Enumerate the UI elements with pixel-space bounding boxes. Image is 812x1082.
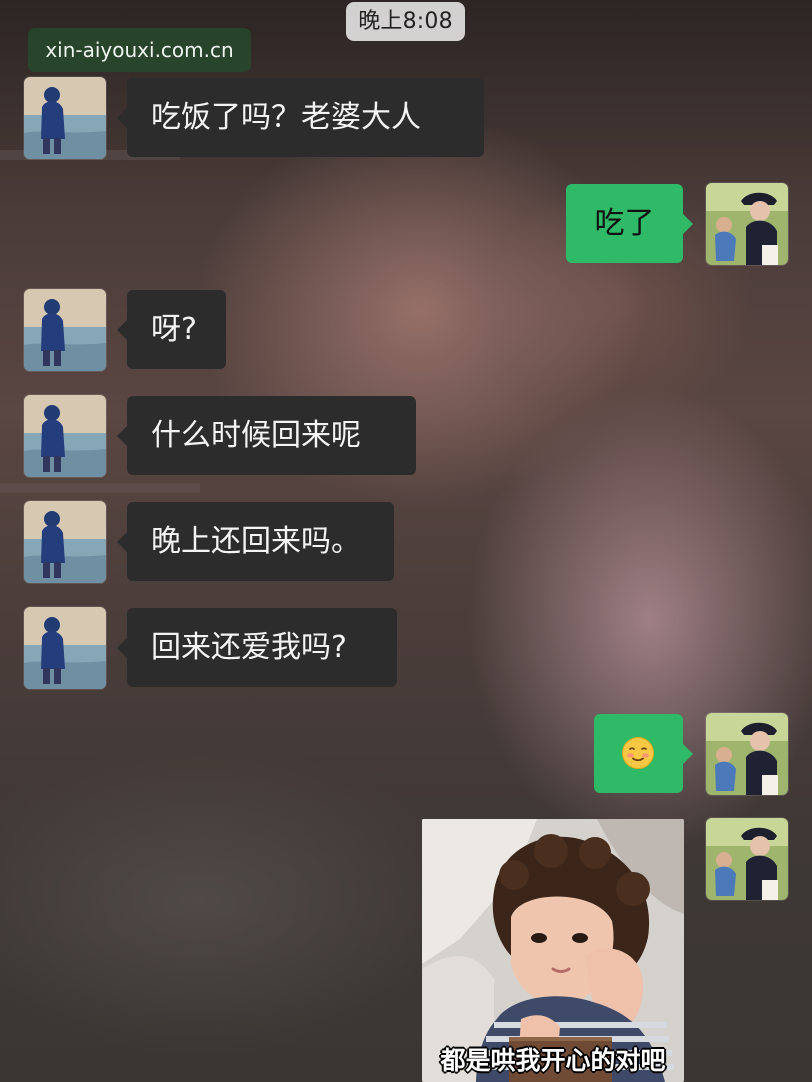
chat-screen: 晚上8:08 xin-aiyouxi.com.cn 吃饭了吗？老婆大人 吃了 呀… (0, 0, 812, 1082)
mother-and-child-avatar (706, 713, 788, 795)
hooded-person-at-seaside-avatar (24, 77, 106, 159)
user-avatar[interactable] (706, 183, 788, 265)
background-shelf-band (0, 483, 200, 493)
message-text: 什么时候回来呢 (151, 418, 361, 453)
outgoing-sticker-image[interactable]: 都是哄我开心的对吧 (422, 819, 684, 1082)
message-text: 吃饭了吗？老婆大人 (151, 100, 421, 135)
hooded-person-at-seaside-avatar (24, 607, 106, 689)
shy-smiling-face-emoji (622, 737, 654, 769)
user-avatar[interactable] (706, 713, 788, 795)
sticker-caption: 都是哄我开心的对吧 (440, 1046, 666, 1075)
outgoing-emoji-bubble[interactable] (594, 714, 693, 793)
contact-avatar[interactable] (24, 395, 106, 477)
contact-avatar[interactable] (24, 607, 106, 689)
incoming-message-bubble[interactable]: 什么时候回来呢 (117, 396, 416, 475)
message-text: 晚上还回来吗。 (151, 524, 361, 559)
mother-and-child-avatar (706, 183, 788, 265)
hooded-person-at-seaside-avatar (24, 395, 106, 477)
message-timestamp: 晚上8:08 (346, 2, 465, 41)
incoming-message-bubble[interactable]: 吃饭了吗？老婆大人 (117, 78, 484, 157)
contact-avatar[interactable] (24, 77, 106, 159)
incoming-message-bubble[interactable]: 晚上还回来吗。 (117, 502, 394, 581)
contact-avatar[interactable] (24, 501, 106, 583)
contact-avatar[interactable] (24, 289, 106, 371)
user-avatar[interactable] (706, 818, 788, 900)
mother-and-child-avatar (706, 818, 788, 900)
message-text: 回来还爱我吗? (151, 630, 347, 665)
message-text: 吃了 (594, 206, 655, 241)
message-text: 呀? (151, 312, 197, 347)
hooded-person-at-seaside-avatar (24, 501, 106, 583)
incoming-message-bubble[interactable]: 呀? (117, 290, 226, 369)
watermark-label: xin-aiyouxi.com.cn (28, 28, 251, 72)
incoming-message-bubble[interactable]: 回来还爱我吗? (117, 608, 397, 687)
outgoing-message-bubble[interactable]: 吃了 (566, 184, 693, 263)
hooded-person-at-seaside-avatar (24, 289, 106, 371)
